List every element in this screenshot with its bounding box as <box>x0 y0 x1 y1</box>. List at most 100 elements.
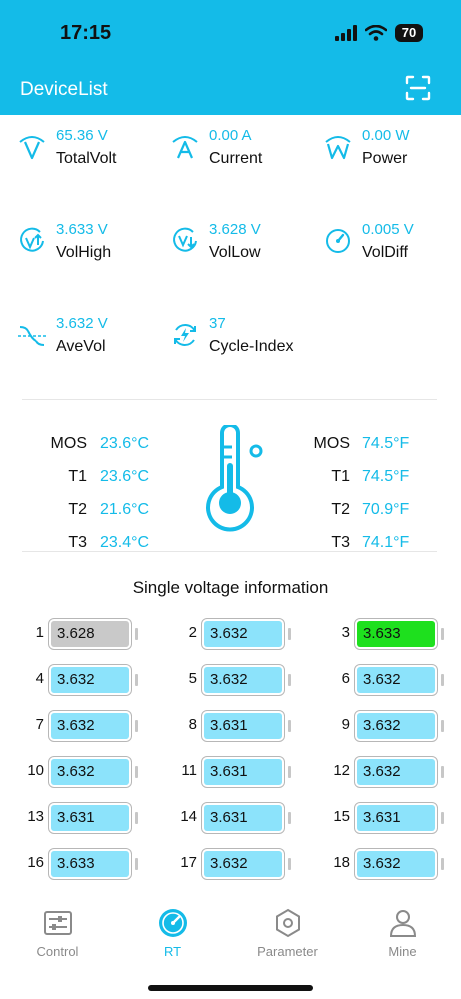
cell-index: 18 <box>333 854 350 871</box>
temp-value: 23.6°C <box>100 468 150 485</box>
cell-battery-tip <box>288 858 291 870</box>
cell-voltage-item: 13 3.631 <box>26 802 166 834</box>
cell-voltage-value: 3.631 <box>210 763 248 780</box>
cell-battery-tip <box>288 812 291 824</box>
cell-voltage-item: 16 3.633 <box>26 848 166 880</box>
cell-index: 5 <box>188 670 197 687</box>
cell-index: 10 <box>27 762 44 779</box>
tab-mine[interactable]: Mine <box>345 908 460 959</box>
cell-battery: 3.631 <box>201 802 285 834</box>
cell-voltage-value: 3.632 <box>363 855 401 872</box>
temp-name: MOS <box>50 435 87 452</box>
vol-diff-icon <box>326 229 350 253</box>
parameter-icon <box>275 908 300 938</box>
cell-battery: 3.632 <box>354 664 438 696</box>
vol-high-value: 3.633 V <box>56 221 108 238</box>
vol-low-label: VolLow <box>209 244 261 261</box>
metric-vol-low: 3.628 V VolLow <box>171 221 321 281</box>
cell-voltage-item: 2 3.632 <box>179 618 319 650</box>
cell-voltage-item: 12 3.632 <box>332 756 461 788</box>
cell-voltage-item: 8 3.631 <box>179 710 319 742</box>
control-icon <box>43 911 72 935</box>
cell-voltage-item: 15 3.631 <box>332 802 461 834</box>
cell-battery-tip <box>135 628 138 640</box>
vol-diff-value: 0.005 V <box>362 221 414 238</box>
cell-battery: 3.632 <box>354 848 438 880</box>
tab-rt[interactable]: RT <box>115 908 230 959</box>
temp-name: T3 <box>68 534 87 551</box>
cell-battery: 3.632 <box>48 756 132 788</box>
cell-voltage-value: 3.632 <box>210 625 248 642</box>
status-time: 17:15 <box>60 22 112 44</box>
tab-parameter[interactable]: Parameter <box>230 908 345 959</box>
power-value: 0.00 W <box>362 127 410 144</box>
cell-index: 1 <box>35 624 44 641</box>
cell-battery: 3.632 <box>354 756 438 788</box>
temp-name: T2 <box>68 501 87 518</box>
cell-battery-tip <box>441 720 444 732</box>
metric-total-volt: 65.36 V TotalVolt <box>18 127 168 187</box>
cell-battery: 3.633 <box>48 848 132 880</box>
cell-voltage-item: 6 3.632 <box>332 664 461 696</box>
tab-bar: Control RT Parameter Mine <box>0 896 461 999</box>
temp-name: T3 <box>331 534 350 551</box>
thermometer-icon <box>206 425 263 532</box>
metric-power: 0.00 W Power <box>324 127 461 187</box>
temp-value: 74.5°F <box>362 435 410 452</box>
metric-cycle-index: 37 Cycle-Index <box>171 315 321 375</box>
cell-battery: 3.633 <box>354 618 438 650</box>
temp-value: 23.4°C <box>100 534 150 551</box>
app-header: 17:15 70 DeviceList <box>0 0 461 115</box>
cell-battery-tip <box>135 674 138 686</box>
temp-name: T2 <box>331 501 350 518</box>
tab-label: Control <box>36 944 79 959</box>
cell-battery-tip <box>135 858 138 870</box>
cell-index: 16 <box>27 854 44 871</box>
vol-high-icon <box>20 227 44 252</box>
vol-low-value: 3.628 V <box>209 221 261 238</box>
status-icons: 70 <box>335 24 423 42</box>
cycle-index-label: Cycle-Index <box>209 338 294 355</box>
rt-gauge-icon <box>158 909 187 937</box>
cell-voltage-item: 3 3.633 <box>332 618 461 650</box>
temp-name: T1 <box>68 468 87 485</box>
cell-index: 9 <box>341 716 350 733</box>
cell-index: 7 <box>35 716 44 733</box>
tab-control[interactable]: Control <box>0 908 115 959</box>
temp-value: 74.1°F <box>362 534 410 551</box>
battery-indicator: 70 <box>395 24 423 42</box>
tab-label: Parameter <box>257 944 318 959</box>
cell-voltage-item: 4 3.632 <box>26 664 166 696</box>
cell-voltage-value: 3.632 <box>57 671 95 688</box>
scan-icon[interactable] <box>405 75 431 101</box>
cell-voltage-value: 3.632 <box>210 855 248 872</box>
tab-label: RT <box>163 944 182 959</box>
temp-value: 70.9°F <box>362 501 410 518</box>
cell-battery: 3.631 <box>201 710 285 742</box>
divider <box>22 551 437 552</box>
cell-battery: 3.632 <box>201 848 285 880</box>
cell-battery-tip <box>288 720 291 732</box>
cell-voltage-value: 3.632 <box>363 671 401 688</box>
single-voltage-title: Single voltage information <box>132 578 329 597</box>
vol-diff-label: VolDiff <box>362 244 408 261</box>
total-volt-value: 65.36 V <box>56 127 108 144</box>
total-volt-label: TotalVolt <box>56 150 117 167</box>
cell-battery-tip <box>135 720 138 732</box>
ave-vol-icon <box>18 326 46 346</box>
cell-battery: 3.632 <box>354 710 438 742</box>
cell-voltage-item: 7 3.632 <box>26 710 166 742</box>
vol-high-label: VolHigh <box>56 244 112 261</box>
cell-battery-tip <box>441 858 444 870</box>
cell-voltage-item: 14 3.631 <box>179 802 319 834</box>
cell-battery-tip <box>288 674 291 686</box>
cell-battery-tip <box>441 674 444 686</box>
signal-icon <box>335 25 357 41</box>
temp-value: 74.5°F <box>362 468 410 485</box>
page-title: DeviceList <box>20 79 108 100</box>
cell-voltage-value: 3.633 <box>57 855 95 872</box>
temp-name: T1 <box>331 468 350 485</box>
cycle-index-value: 37 <box>209 315 226 332</box>
cell-battery: 3.632 <box>201 664 285 696</box>
cell-voltage-item: 9 3.632 <box>332 710 461 742</box>
